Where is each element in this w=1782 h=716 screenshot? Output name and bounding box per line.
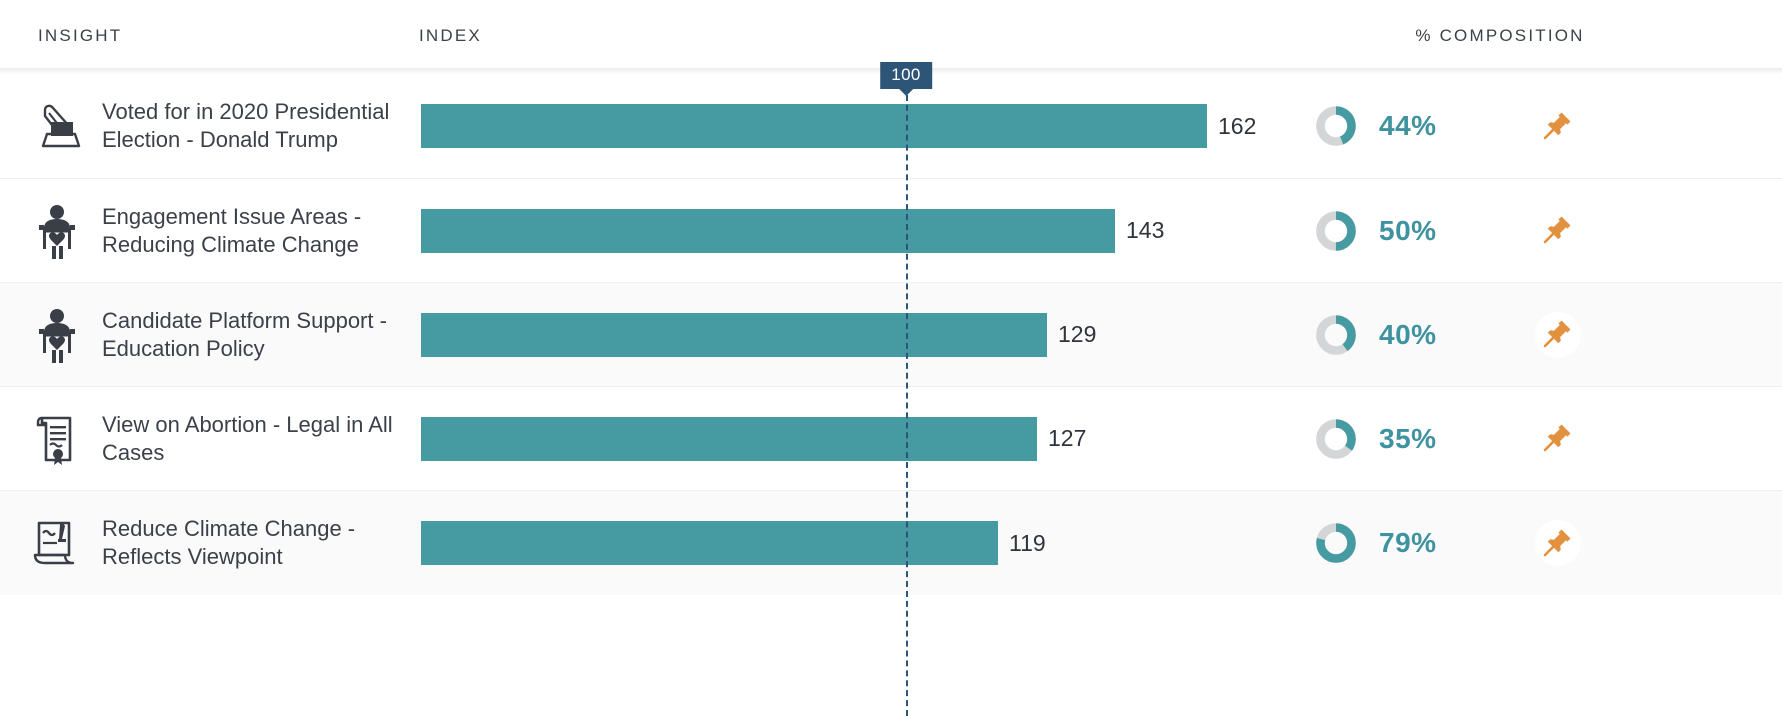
index-value: 162 xyxy=(1218,112,1257,139)
index-bar[interactable] xyxy=(421,104,1207,148)
composition-donut-chart xyxy=(1313,520,1359,566)
table-row[interactable]: Engagement Issue Areas - Reducing Climat… xyxy=(0,179,1782,283)
pin-icon xyxy=(1541,108,1575,145)
index-marker-label: 100 xyxy=(880,62,932,89)
index-bar[interactable] xyxy=(421,208,1115,253)
pin-icon xyxy=(1541,212,1575,249)
insight-label: Reduce Climate Change - Reflects Viewpoi… xyxy=(102,516,356,569)
insight-label: Voted for in 2020 Presidential Election … xyxy=(102,99,390,152)
pin-button[interactable] xyxy=(1535,103,1581,149)
composition-percent: 50% xyxy=(1379,214,1437,246)
column-header-index: INDEX xyxy=(419,26,482,45)
document-scroll-icon xyxy=(28,411,86,467)
pin-button[interactable] xyxy=(1535,208,1581,254)
composition-donut-chart xyxy=(1313,312,1359,358)
composition-donut-chart xyxy=(1313,416,1359,462)
pin-button[interactable] xyxy=(1535,311,1581,358)
index-marker-arrow xyxy=(898,89,913,96)
composition-cell: 44% xyxy=(1300,74,1782,178)
composition-cell: 79% xyxy=(1300,491,1782,595)
table-row[interactable]: Reduce Climate Change - Reflects Viewpoi… xyxy=(0,491,1782,595)
index-reference-line xyxy=(906,95,908,716)
table-row[interactable]: Candidate Platform Support - Education P… xyxy=(0,283,1782,387)
composition-cell: 40% xyxy=(1300,283,1782,386)
insight-label: Candidate Platform Support - Education P… xyxy=(102,307,387,361)
composition-cell: 50% xyxy=(1300,179,1782,282)
signed-document-icon xyxy=(28,517,86,569)
index-value: 127 xyxy=(1048,425,1087,451)
insight-cell: Candidate Platform Support - Education P… xyxy=(0,283,419,386)
composition-cell: 35% xyxy=(1300,387,1782,490)
index-100-marker: 100 xyxy=(880,62,932,96)
insight-cell: Voted for in 2020 Presidential Election … xyxy=(0,74,419,178)
table-row[interactable]: View on Abortion - Legal in All Cases 12… xyxy=(0,387,1782,491)
composition-percent: 40% xyxy=(1379,318,1437,350)
pin-button[interactable] xyxy=(1535,416,1581,462)
pin-icon xyxy=(1541,420,1575,457)
column-header-composition: % COMPOSITION xyxy=(1415,26,1585,45)
insight-cell: Reduce Climate Change - Reflects Viewpoi… xyxy=(0,491,419,595)
composition-percent: 44% xyxy=(1379,110,1437,141)
insight-rows: Voted for in 2020 Presidential Election … xyxy=(0,74,1782,595)
activist-sign-heart-icon xyxy=(28,307,86,363)
composition-donut-chart xyxy=(1313,103,1359,149)
composition-donut-chart xyxy=(1313,208,1359,254)
index-bar[interactable] xyxy=(421,416,1037,461)
insight-cell: View on Abortion - Legal in All Cases xyxy=(0,387,419,490)
insight-label: Engagement Issue Areas - Reducing Climat… xyxy=(102,203,362,257)
index-value: 129 xyxy=(1058,321,1097,347)
index-bar[interactable] xyxy=(421,521,998,565)
table-header: INSIGHT INDEX % COMPOSITION xyxy=(0,0,1782,68)
insight-cell: Engagement Issue Areas - Reducing Climat… xyxy=(0,179,419,282)
column-header-insight: INSIGHT xyxy=(38,26,123,45)
index-value: 143 xyxy=(1126,217,1165,243)
activist-sign-heart-icon xyxy=(28,203,86,259)
composition-percent: 35% xyxy=(1379,422,1437,454)
insight-index-panel: INSIGHT INDEX % COMPOSITION 100 Voted fo… xyxy=(0,0,1782,716)
ballot-box-icon xyxy=(28,100,86,152)
insight-label: View on Abortion - Legal in All Cases xyxy=(102,411,393,465)
pin-icon xyxy=(1541,316,1575,353)
index-bar[interactable] xyxy=(421,312,1047,357)
pin-icon xyxy=(1541,525,1575,562)
pin-button[interactable] xyxy=(1535,520,1581,566)
index-value: 119 xyxy=(1009,529,1046,556)
composition-percent: 79% xyxy=(1379,527,1437,558)
